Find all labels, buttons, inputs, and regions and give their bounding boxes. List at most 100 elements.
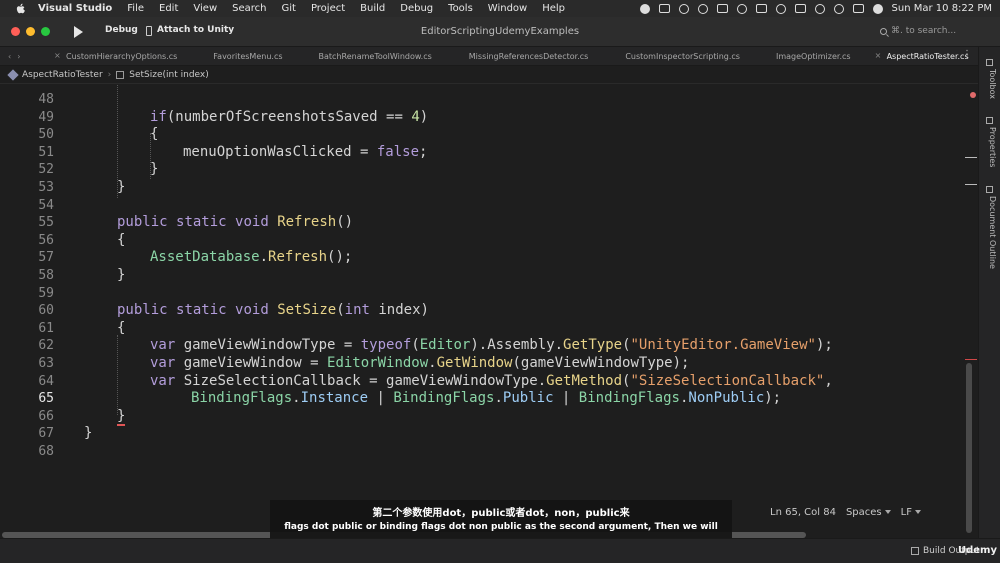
code-token: "UnityEditor.GameView" <box>630 337 816 354</box>
screen-icon[interactable] <box>716 4 728 13</box>
code-line[interactable]: 64 var SizeSelectionCallback = gameViewWi… <box>0 373 978 390</box>
tab-back-arrow-icon[interactable]: ‹ <box>8 52 11 61</box>
spotlight-icon[interactable] <box>833 3 844 14</box>
vertical-scrollbar-thumb[interactable] <box>966 363 972 533</box>
menu-git[interactable]: Git <box>281 3 295 14</box>
line-number: 65 <box>38 391 54 407</box>
code-token: } <box>117 267 126 283</box>
tab-overflow-icon[interactable]: ⋮ <box>962 49 972 60</box>
menu-debug[interactable]: Debug <box>400 3 433 14</box>
menu-help[interactable]: Help <box>542 3 565 14</box>
tab-imageoptimizer[interactable]: ImageOptimizer.cs <box>776 47 851 66</box>
menu-app-name[interactable]: Visual Studio <box>38 3 112 14</box>
indentation-selector[interactable]: Spaces <box>846 507 891 518</box>
code-editor[interactable]: 48 49 if(numberOfScreenshotsSaved == 4) 50{… <box>0 85 978 538</box>
code-line[interactable]: 67} <box>0 425 978 442</box>
apple-icon[interactable] <box>14 3 28 15</box>
window-titlebar: Debug Attach to Unity EditorScriptingUde… <box>0 17 1000 47</box>
tab-custominspectorscripting[interactable]: CustomInspectorScripting.cs <box>625 47 740 66</box>
method-icon <box>116 71 125 79</box>
toolbox-tab[interactable]: Toolbox <box>983 69 997 99</box>
line-number: 61 <box>38 320 54 336</box>
code-line[interactable]: 54 <box>0 197 978 214</box>
menubar-status-area: Sun Mar 10 8:22 PM <box>639 0 992 17</box>
line-number: 52 <box>38 162 54 178</box>
code-token: . <box>494 390 503 407</box>
line-number: 50 <box>38 127 54 143</box>
breadcrumb-method[interactable]: SetSize(int index) <box>129 70 209 80</box>
close-tab-icon[interactable]: × <box>875 51 882 60</box>
control-center-icon[interactable] <box>852 4 864 13</box>
code-line[interactable]: 51 menuOptionWasClicked = false; <box>0 144 978 161</box>
menu-build[interactable]: Build <box>360 3 385 14</box>
tab-customhierarchyoptions[interactable]: × CustomHierarchyOptions.cs <box>54 47 177 66</box>
code-line[interactable]: 48 <box>0 91 978 108</box>
code-line[interactable]: 50 { <box>0 126 978 143</box>
film-icon[interactable] <box>658 4 670 13</box>
menu-project[interactable]: Project <box>311 3 345 14</box>
keyboard-icon[interactable] <box>755 4 767 13</box>
menu-file[interactable]: File <box>127 3 144 14</box>
line-ending-selector[interactable]: LF <box>901 507 921 518</box>
editor-overview-ruler[interactable] <box>962 85 978 538</box>
timer-icon[interactable] <box>736 3 747 14</box>
menu-edit[interactable]: Edit <box>159 3 178 14</box>
search-icon <box>880 27 887 35</box>
menu-window[interactable]: Window <box>488 3 527 14</box>
search-field[interactable]: ⌘. to search... <box>880 24 1000 38</box>
code-line[interactable]: 61 { <box>0 320 978 337</box>
tab-aspectratiotester[interactable]: × AspectRatioTester.cs <box>875 47 969 66</box>
document-outline-tab[interactable]: Document Outline <box>983 196 997 269</box>
tab-label: ImageOptimizer.cs <box>775 51 851 61</box>
code-text: var SizeSelectionCallback = gameViewWind… <box>150 373 833 390</box>
tab-favoritesmenu[interactable]: FavoritesMenu.cs <box>213 47 282 66</box>
code-line[interactable]: 56 { <box>0 232 978 249</box>
record-icon[interactable] <box>639 3 650 14</box>
code-line[interactable]: 68 <box>0 443 978 460</box>
code-line[interactable]: 57 AssetDatabase.Refresh(); <box>0 249 978 266</box>
menu-tools[interactable]: Tools <box>448 3 473 14</box>
volume-icon[interactable] <box>775 3 786 14</box>
menu-view[interactable]: View <box>193 3 217 14</box>
properties-icon <box>986 117 993 124</box>
code-line[interactable]: 53} <box>0 179 978 196</box>
code-token: false <box>376 143 420 160</box>
code-token: ( <box>622 337 631 354</box>
code-line[interactable]: 49 if(numberOfScreenshotsSaved == 4) <box>0 109 978 126</box>
code-line[interactable]: 59 <box>0 285 978 302</box>
line-number: 62 <box>38 338 54 354</box>
siri-icon[interactable] <box>872 3 883 14</box>
code-token: gameViewWindowType = <box>175 337 361 354</box>
menu-search[interactable]: Search <box>232 3 266 14</box>
radiation-icon[interactable] <box>678 3 689 14</box>
code-line[interactable]: 55 public static void Refresh() <box>0 214 978 231</box>
breadcrumb-class[interactable]: AspectRatioTester <box>22 70 103 80</box>
tab-batchrenametoolwindow[interactable]: BatchRenameToolWindow.cs <box>319 47 432 66</box>
globe-icon[interactable] <box>697 3 708 14</box>
code-line[interactable]: 60 public static void SetSize(int index) <box>0 302 978 319</box>
code-line[interactable]: 62 var gameViewWindowType = typeof(Editor… <box>0 337 978 354</box>
code-text: } <box>117 408 125 425</box>
code-line[interactable]: 58} <box>0 267 978 284</box>
cursor-position[interactable]: Ln 65, Col 84 <box>770 507 836 518</box>
tab-missingreferencesdetector[interactable]: MissingReferencesDetector.cs <box>469 47 589 66</box>
code-line[interactable]: 65 BindingFlags.Instance | BindingFlags.P… <box>0 390 978 407</box>
properties-tab[interactable]: Properties <box>983 127 997 167</box>
code-token: GetMethod <box>546 372 623 389</box>
code-token: (); <box>327 249 353 266</box>
code-token: BindingFlags <box>393 390 495 407</box>
menubar-clock[interactable]: Sun Mar 10 8:22 PM <box>892 3 992 14</box>
battery-icon[interactable] <box>794 4 806 13</box>
side-tool-panel: Toolbox Properties Document Outline <box>978 47 1000 538</box>
wifi-icon[interactable] <box>814 3 825 14</box>
code-token: index) <box>369 302 429 319</box>
close-tab-icon[interactable]: × <box>54 51 61 60</box>
code-token: typeof <box>360 337 412 354</box>
code-line[interactable]: 63 var gameViewWindow = EditorWindow.GetW… <box>0 355 978 372</box>
line-number: 67 <box>38 426 54 442</box>
code-line[interactable]: 52} <box>0 161 978 178</box>
editor-status: Ln 65, Col 84 Spaces LF <box>770 507 921 518</box>
tab-forward-arrow-icon[interactable]: › <box>17 52 20 61</box>
code-line[interactable]: 66} <box>0 408 978 425</box>
